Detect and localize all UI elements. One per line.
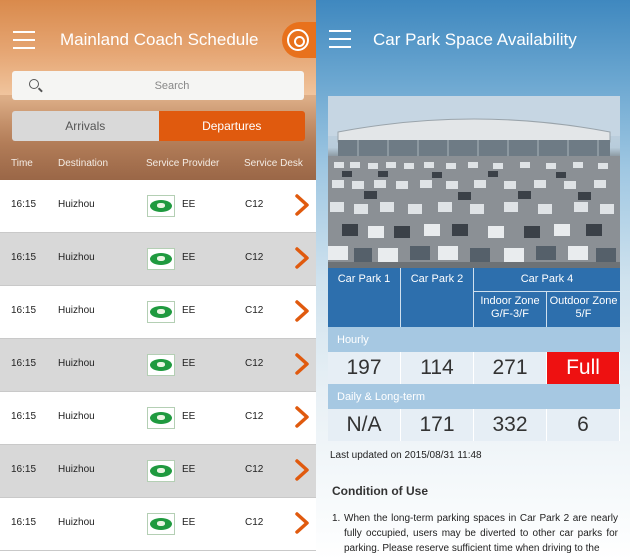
row-provider: EE	[182, 517, 196, 528]
condition-item: 1. When the long-term parking spaces in …	[332, 511, 618, 556]
schedule-row[interactable]: 16:15 Huizhou EE C12	[0, 233, 316, 286]
column-header-desk: Service Desk	[244, 158, 303, 169]
availability-table: Car Park 1 Car Park 2 Car Park 4 Indoor …	[328, 268, 620, 441]
outdoor-zone-label: Outdoor Zone	[549, 295, 618, 307]
schedule-list: 16:15 Huizhou EE C12 16:15 Huizhou EE C12 16:15 H…	[0, 180, 316, 551]
row-destination: Huizhou	[58, 252, 95, 263]
provider-logo-icon	[147, 354, 175, 376]
row-destination: Huizhou	[58, 517, 95, 528]
row-desk: C12	[245, 199, 264, 210]
search-input[interactable]	[52, 71, 292, 100]
schedule-row[interactable]: 16:15 Huizhou EE C12	[0, 339, 316, 392]
hourly-car-park-2: 114	[401, 352, 474, 384]
provider-logo-icon	[147, 195, 175, 217]
last-updated: Last updated on 2015/08/31 11:48	[330, 450, 482, 461]
schedule-row[interactable]: 16:15 Huizhou EE C12	[0, 286, 316, 339]
hourly-values-row: 197 114 271 Full	[328, 352, 620, 384]
row-destination: Huizhou	[58, 411, 95, 422]
chevron-right-icon[interactable]	[294, 353, 310, 375]
row-provider: EE	[182, 358, 196, 369]
table-header: Car Park 1 Car Park 2 Car Park 4 Indoor …	[328, 268, 620, 327]
provider-logo-icon	[147, 460, 175, 482]
schedule-row[interactable]: 16:15 Huizhou EE C12	[0, 180, 316, 233]
chevron-right-icon[interactable]	[294, 300, 310, 322]
car-park-photo	[328, 96, 620, 268]
schedule-row[interactable]: 16:15 Huizhou EE C12	[0, 498, 316, 551]
row-provider: EE	[182, 199, 196, 210]
hourly-label: Hourly	[328, 327, 620, 352]
row-provider: EE	[182, 411, 196, 422]
menu-icon[interactable]	[329, 30, 351, 48]
indoor-zone-label: Indoor Zone	[480, 295, 540, 307]
condition-text: When the long-term parking spaces in Car…	[344, 513, 618, 554]
row-time: 16:15	[11, 252, 37, 263]
row-time: 16:15	[11, 464, 37, 475]
row-time: 16:15	[11, 517, 37, 528]
column-header-destination: Destination	[58, 158, 109, 169]
row-time: 16:15	[11, 358, 37, 369]
daily-car-park-2: 171	[401, 409, 474, 441]
condition-number: 1.	[332, 513, 341, 524]
row-provider: EE	[182, 305, 196, 316]
chevron-right-icon[interactable]	[294, 406, 310, 428]
daily-label: Daily & Long-term	[328, 384, 620, 409]
search-location-icon[interactable]	[287, 29, 309, 51]
row-desk: C12	[245, 464, 264, 475]
indoor-zone-floors: G/F-3/F	[491, 308, 529, 320]
header-car-park-2: Car Park 2	[401, 268, 474, 327]
direction-toggle: Arrivals Departures	[12, 111, 305, 141]
row-provider: EE	[182, 252, 196, 263]
chevron-right-icon[interactable]	[294, 247, 310, 269]
row-desk: C12	[245, 411, 264, 422]
provider-logo-icon	[147, 407, 175, 429]
hourly-car-park-1: 197	[328, 352, 401, 384]
provider-logo-icon	[147, 248, 175, 270]
row-desk: C12	[245, 358, 264, 369]
header-car-park-1: Car Park 1	[328, 268, 401, 327]
coach-schedule-panel: Mainland Coach Schedule Arrivals Departu…	[0, 0, 316, 560]
daily-car-park-1: N/A	[328, 409, 401, 441]
daily-values-row: N/A 171 332 6	[328, 409, 620, 441]
chevron-right-icon[interactable]	[294, 459, 310, 481]
search-icon	[29, 79, 39, 89]
page-title: Mainland Coach Schedule	[60, 30, 259, 49]
row-desk: C12	[245, 305, 264, 316]
column-header-provider: Service Provider	[146, 158, 220, 169]
row-destination: Huizhou	[58, 464, 95, 475]
chevron-right-icon[interactable]	[294, 194, 310, 216]
car-park-panel: Car Park Space Availability Car Park 1 C…	[316, 0, 630, 560]
menu-icon[interactable]	[13, 31, 35, 49]
header-indoor-zone: Indoor Zone G/F-3/F	[474, 292, 547, 327]
header-car-park-4-group: Car Park 4 Indoor Zone G/F-3/F Outdoor Z…	[474, 268, 620, 327]
column-header-time: Time	[11, 158, 33, 169]
outdoor-zone-floors: 5/F	[575, 308, 592, 320]
tab-arrivals[interactable]: Arrivals	[12, 111, 159, 141]
hourly-indoor-zone: 271	[474, 352, 547, 384]
chevron-right-icon[interactable]	[294, 512, 310, 534]
page-title: Car Park Space Availability	[373, 30, 577, 49]
search-bar[interactable]	[12, 71, 304, 100]
provider-logo-icon	[147, 513, 175, 535]
row-destination: Huizhou	[58, 305, 95, 316]
tab-departures[interactable]: Departures	[158, 111, 305, 141]
row-destination: Huizhou	[58, 358, 95, 369]
row-desk: C12	[245, 252, 264, 263]
schedule-row[interactable]: 16:15 Huizhou EE C12	[0, 392, 316, 445]
provider-logo-icon	[147, 301, 175, 323]
row-desk: C12	[245, 517, 264, 528]
row-time: 16:15	[11, 305, 37, 316]
row-time: 16:15	[11, 199, 37, 210]
daily-outdoor-zone: 6	[547, 409, 620, 441]
condition-of-use-title: Condition of Use	[332, 484, 428, 498]
daily-indoor-zone: 332	[474, 409, 547, 441]
row-time: 16:15	[11, 411, 37, 422]
header-car-park-4: Car Park 4	[474, 268, 620, 292]
header-outdoor-zone: Outdoor Zone 5/F	[547, 292, 620, 327]
row-provider: EE	[182, 464, 196, 475]
schedule-row[interactable]: 16:15 Huizhou EE C12	[0, 445, 316, 498]
hourly-outdoor-zone-status: Full	[547, 352, 620, 384]
row-destination: Huizhou	[58, 199, 95, 210]
